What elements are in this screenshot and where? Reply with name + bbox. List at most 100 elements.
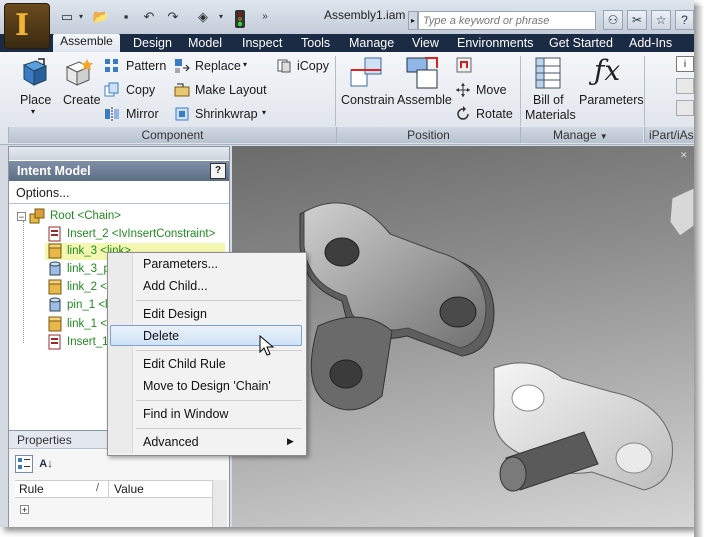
binoculars-icon[interactable]: ⚇ — [603, 10, 623, 30]
tab-manage[interactable]: Manage — [347, 34, 396, 52]
move-button[interactable]: Move — [476, 83, 507, 97]
options-link[interactable]: Options... — [16, 186, 70, 200]
property-expand-icon[interactable]: + — [20, 505, 29, 515]
shrinkwrap-icon[interactable] — [174, 106, 190, 122]
menu-item-delete[interactable]: Delete — [143, 329, 179, 343]
panel-position-label: Position — [336, 127, 520, 143]
place-button[interactable]: Place — [20, 93, 51, 107]
panel-grip-bar[interactable] — [9, 147, 229, 160]
assemble-button[interactable]: Assemble — [397, 93, 452, 107]
tab-design[interactable]: Design — [131, 34, 174, 52]
tree-item-link-2[interactable]: link_2 <l — [67, 281, 110, 293]
menu-item-add-child[interactable]: Add Child... — [143, 279, 208, 293]
open-folder-icon[interactable]: 📂 — [92, 9, 110, 25]
help-icon[interactable]: ? — [675, 10, 694, 30]
icopy-icon[interactable] — [276, 58, 292, 74]
mirror-icon[interactable] — [104, 106, 120, 122]
tab-view[interactable]: View — [410, 34, 441, 52]
menu-item-edit-child-rule[interactable]: Edit Child Rule — [143, 357, 226, 371]
constrain-icon[interactable] — [349, 56, 383, 90]
manage-dropdown-icon[interactable]: ▼ — [600, 132, 608, 141]
parameters-button[interactable]: Parameters — [579, 93, 644, 107]
make-layout-button[interactable]: Make Layout — [195, 83, 267, 97]
copy-icon[interactable] — [104, 82, 120, 98]
pattern-icon[interactable] — [104, 58, 120, 74]
ribbon-separator — [644, 56, 645, 126]
parameters-fx-icon[interactable]: ƒx — [594, 54, 620, 87]
create-button[interactable]: Create — [63, 93, 101, 107]
traffic-light-icon[interactable] — [232, 10, 248, 28]
tree-item-link-1[interactable]: link_1 <l — [67, 318, 110, 330]
tab-environments[interactable]: Environments — [455, 34, 535, 52]
tab-add-ins[interactable]: Add-Ins — [627, 34, 674, 52]
ipart-edit-icon[interactable] — [676, 100, 694, 116]
application-menu-button[interactable]: I — [4, 3, 50, 49]
tree-collapse-icon[interactable]: − — [17, 212, 26, 222]
tree-item-insert-1[interactable]: Insert_1 — [67, 336, 109, 348]
mirror-button[interactable]: Mirror — [126, 107, 159, 121]
menu-item-parameters[interactable]: Parameters... — [143, 257, 218, 271]
rotate-icon[interactable] — [455, 106, 471, 122]
assemble-icon[interactable] — [405, 56, 439, 90]
tree-item-insert-2[interactable]: Insert_2 <IvInsertConstraint> — [67, 228, 215, 240]
search-input[interactable]: Type a keyword or phrase — [418, 11, 596, 30]
shrinkwrap-button[interactable]: Shrinkwrap — [195, 107, 258, 121]
ipart-table-icon[interactable] — [676, 78, 694, 94]
copy-button[interactable]: Copy — [126, 83, 155, 97]
undo-icon[interactable]: ↶ — [140, 9, 158, 25]
menu-item-move-to-design[interactable]: Move to Design 'Chain' — [143, 379, 271, 393]
panel-manage-label[interactable]: Manage ▼ — [520, 127, 643, 143]
bill-of-materials-label-1[interactable]: Bill of — [533, 93, 564, 107]
move-icon[interactable] — [455, 82, 471, 98]
replace-dropdown-icon[interactable]: ▾ — [243, 60, 247, 69]
create-icon[interactable] — [63, 57, 95, 89]
sort-alphabetical-icon[interactable]: A↓ — [37, 455, 55, 473]
pattern-button[interactable]: Pattern — [126, 59, 166, 73]
tree-item-link-3-p[interactable]: link_3_p — [67, 263, 110, 275]
tab-assemble[interactable]: Assemble — [53, 34, 120, 52]
save-icon[interactable]: ▪ — [117, 9, 135, 25]
tools-icon[interactable]: ✂ — [627, 10, 647, 30]
properties-scrollbar[interactable] — [212, 480, 227, 527]
qat-more-icon[interactable]: » — [256, 9, 274, 25]
place-icon[interactable] — [18, 57, 50, 89]
new-dropdown-icon[interactable]: ▾ — [72, 9, 90, 25]
value-column-header[interactable]: Value — [114, 482, 144, 496]
make-layout-icon[interactable] — [174, 82, 190, 98]
replace-button[interactable]: Replace — [195, 59, 241, 73]
menu-item-edit-design[interactable]: Edit Design — [143, 307, 207, 321]
panel-component-label: Component — [8, 127, 336, 143]
tab-inspect[interactable]: Inspect — [240, 34, 284, 52]
viewport-close-icon[interactable]: ✕ — [680, 150, 694, 162]
bill-of-materials-icon[interactable] — [532, 56, 564, 90]
tree-guide-line — [23, 221, 25, 343]
material-icon[interactable]: ◈ — [194, 9, 212, 25]
bill-of-materials-label-2[interactable]: Materials — [525, 108, 576, 122]
rotate-button[interactable]: Rotate — [476, 107, 513, 121]
ribbon-separator — [520, 56, 521, 126]
tree-root[interactable]: Root <Chain> — [50, 210, 121, 222]
redo-icon[interactable]: ↷ — [164, 9, 182, 25]
tab-model[interactable]: Model — [186, 34, 224, 52]
tab-tools[interactable]: Tools — [299, 34, 332, 52]
tab-get-started[interactable]: Get Started — [547, 34, 615, 52]
categorized-view-icon[interactable] — [15, 455, 33, 473]
menu-item-find-in-window[interactable]: Find in Window — [143, 407, 228, 421]
place-dropdown-icon[interactable]: ▾ — [31, 107, 35, 116]
rule-column-header[interactable]: Rule — [19, 482, 44, 496]
star-icon[interactable]: ☆ — [651, 10, 671, 30]
shrinkwrap-dropdown-icon[interactable]: ▾ — [262, 108, 266, 117]
intent-help-button[interactable]: ? — [210, 163, 226, 179]
ipart-author-icon[interactable]: i — [676, 56, 694, 72]
constrain-button[interactable]: Constrain — [341, 93, 395, 107]
grounded-icon[interactable] — [455, 56, 473, 74]
part-icon — [47, 316, 63, 332]
replace-icon[interactable] — [174, 58, 190, 74]
material-dropdown-icon[interactable]: ▾ — [212, 9, 230, 25]
menu-item-advanced[interactable]: Advanced — [143, 435, 199, 449]
icopy-button[interactable]: iCopy — [297, 59, 329, 73]
column-divider[interactable] — [108, 481, 109, 497]
tree-item-pin-1[interactable]: pin_1 <l — [67, 299, 108, 311]
search-expand-icon[interactable]: ▸ — [408, 11, 418, 30]
column-sort-slash-icon: / — [96, 482, 100, 494]
